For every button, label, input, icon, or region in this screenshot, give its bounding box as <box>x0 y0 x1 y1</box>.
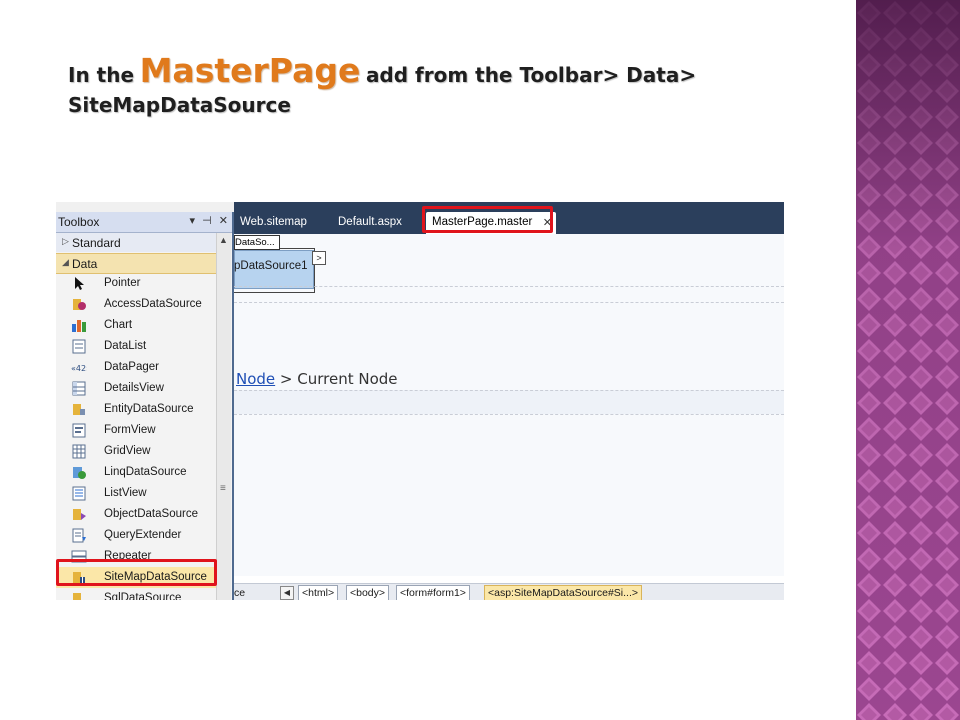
close-icon[interactable]: ✕ <box>219 215 228 227</box>
title-emphasis: MasterPage <box>139 51 361 90</box>
tool-linq-datasource[interactable]: LinqDataSource <box>56 462 216 483</box>
tag-crumb-body[interactable]: <body> <box>346 585 390 600</box>
sitemap-path-breadcrumb: Node > Current Node <box>236 370 398 388</box>
queryextender-icon <box>72 528 86 543</box>
dropdown-icon[interactable]: ▾ <box>190 215 196 227</box>
breadcrumb-current: > Current Node <box>275 370 398 388</box>
tool-gridview[interactable]: GridView <box>56 441 216 462</box>
formview-icon <box>72 423 86 438</box>
tool-datapager[interactable]: «42» DataPager <box>56 357 216 378</box>
nav-left-icon[interactable]: ◀ <box>280 586 294 600</box>
scroll-grip-icon[interactable]: ≡ <box>220 483 226 494</box>
sitemap-datasource-control[interactable]: pDataSource1 <box>234 250 314 289</box>
smart-tag-icon[interactable]: > <box>312 251 326 265</box>
diamond-pattern-icon <box>856 0 960 720</box>
tag-crumb-form[interactable]: <form#form1> <box>396 585 470 600</box>
listview-icon <box>72 486 86 501</box>
region-divider <box>234 390 784 391</box>
region-divider <box>234 302 784 303</box>
control-tag: DataSo... <box>234 235 280 250</box>
object-datasource-icon <box>73 509 86 520</box>
highlight-masterpage-tab <box>422 206 553 233</box>
region-divider <box>234 286 784 287</box>
scroll-up-icon[interactable]: ▲ <box>219 235 228 245</box>
source-label[interactable]: ce <box>234 587 245 599</box>
category-data[interactable]: ◢ Data <box>56 253 216 274</box>
toolbox-scrollbar[interactable]: ▲ ≡ <box>216 233 231 600</box>
title-suffix: add from the Toolbar> Data> <box>365 63 697 87</box>
toolbox-title: Toolbox <box>58 215 100 229</box>
collapsed-arrow-icon: ▷ <box>62 236 69 246</box>
editor-area: Web.sitemap Default.aspx MasterPage.mast… <box>234 202 784 600</box>
tag-navigator-bar: ce ◀ <html> <body> <form#form1> <asp:Sit… <box>234 583 784 600</box>
breadcrumb-band <box>234 390 784 414</box>
pointer-icon <box>75 277 84 290</box>
tag-crumb-html[interactable]: <html> <box>298 585 339 600</box>
tab-default-aspx[interactable]: Default.aspx <box>330 212 410 234</box>
toolbox-header: Toolbox ▾ ⊣ ✕ <box>56 212 232 233</box>
title-prefix: In the <box>68 63 135 87</box>
tool-queryextender[interactable]: QueryExtender <box>56 525 216 546</box>
region-divider <box>234 414 784 415</box>
svg-text:«42»: «42» <box>71 364 87 373</box>
tool-pointer[interactable]: Pointer <box>56 273 216 294</box>
tool-sql-datasource[interactable]: sql SqlDataSource <box>56 588 216 600</box>
slide-title: In the MasterPage add from the Toolbar> … <box>68 54 828 120</box>
linq-datasource-icon <box>73 467 86 479</box>
tool-detailsview[interactable]: DetailsView <box>56 378 216 399</box>
expanded-arrow-icon: ◢ <box>62 257 69 267</box>
design-surface[interactable]: DataSo... pDataSource1 > Node > Current … <box>234 234 784 576</box>
chart-icon <box>72 320 86 332</box>
entity-datasource-icon <box>73 404 85 415</box>
tool-chart[interactable]: Chart <box>56 315 216 336</box>
tool-entity-datasource[interactable]: EntityDataSource <box>56 399 216 420</box>
breadcrumb-link[interactable]: Node <box>236 370 275 388</box>
detailsview-icon <box>72 381 86 396</box>
ide-screenshot: Toolbox ▾ ⊣ ✕ ▷ Standard ◢ Data Pointer … <box>56 202 784 600</box>
tag-crumb-sitemap-datasource[interactable]: <asp:SiteMapDataSource#Si...> <box>484 585 643 600</box>
toolbox-panel: Toolbox ▾ ⊣ ✕ ▷ Standard ◢ Data Pointer … <box>56 212 234 600</box>
tool-access-datasource[interactable]: AccessDataSource <box>56 294 216 315</box>
tool-object-datasource[interactable]: ObjectDataSource <box>56 504 216 525</box>
sql-datasource-icon: sql <box>73 593 81 600</box>
tool-datalist[interactable]: DataList <box>56 336 216 357</box>
title-line2: SiteMapDataSource <box>68 93 291 117</box>
datapager-icon: «42» <box>71 364 87 373</box>
gridview-icon <box>72 444 86 459</box>
tool-formview[interactable]: FormView <box>56 420 216 441</box>
access-datasource-icon <box>73 299 86 310</box>
tab-web-sitemap[interactable]: Web.sitemap <box>238 212 318 234</box>
pin-icon[interactable]: ⊣ <box>202 215 212 227</box>
decorative-band <box>856 0 960 720</box>
datalist-icon <box>72 339 86 354</box>
highlight-sitemap-tool <box>56 559 217 586</box>
category-standard[interactable]: ▷ Standard <box>56 233 216 252</box>
tool-listview[interactable]: ListView <box>56 483 216 504</box>
